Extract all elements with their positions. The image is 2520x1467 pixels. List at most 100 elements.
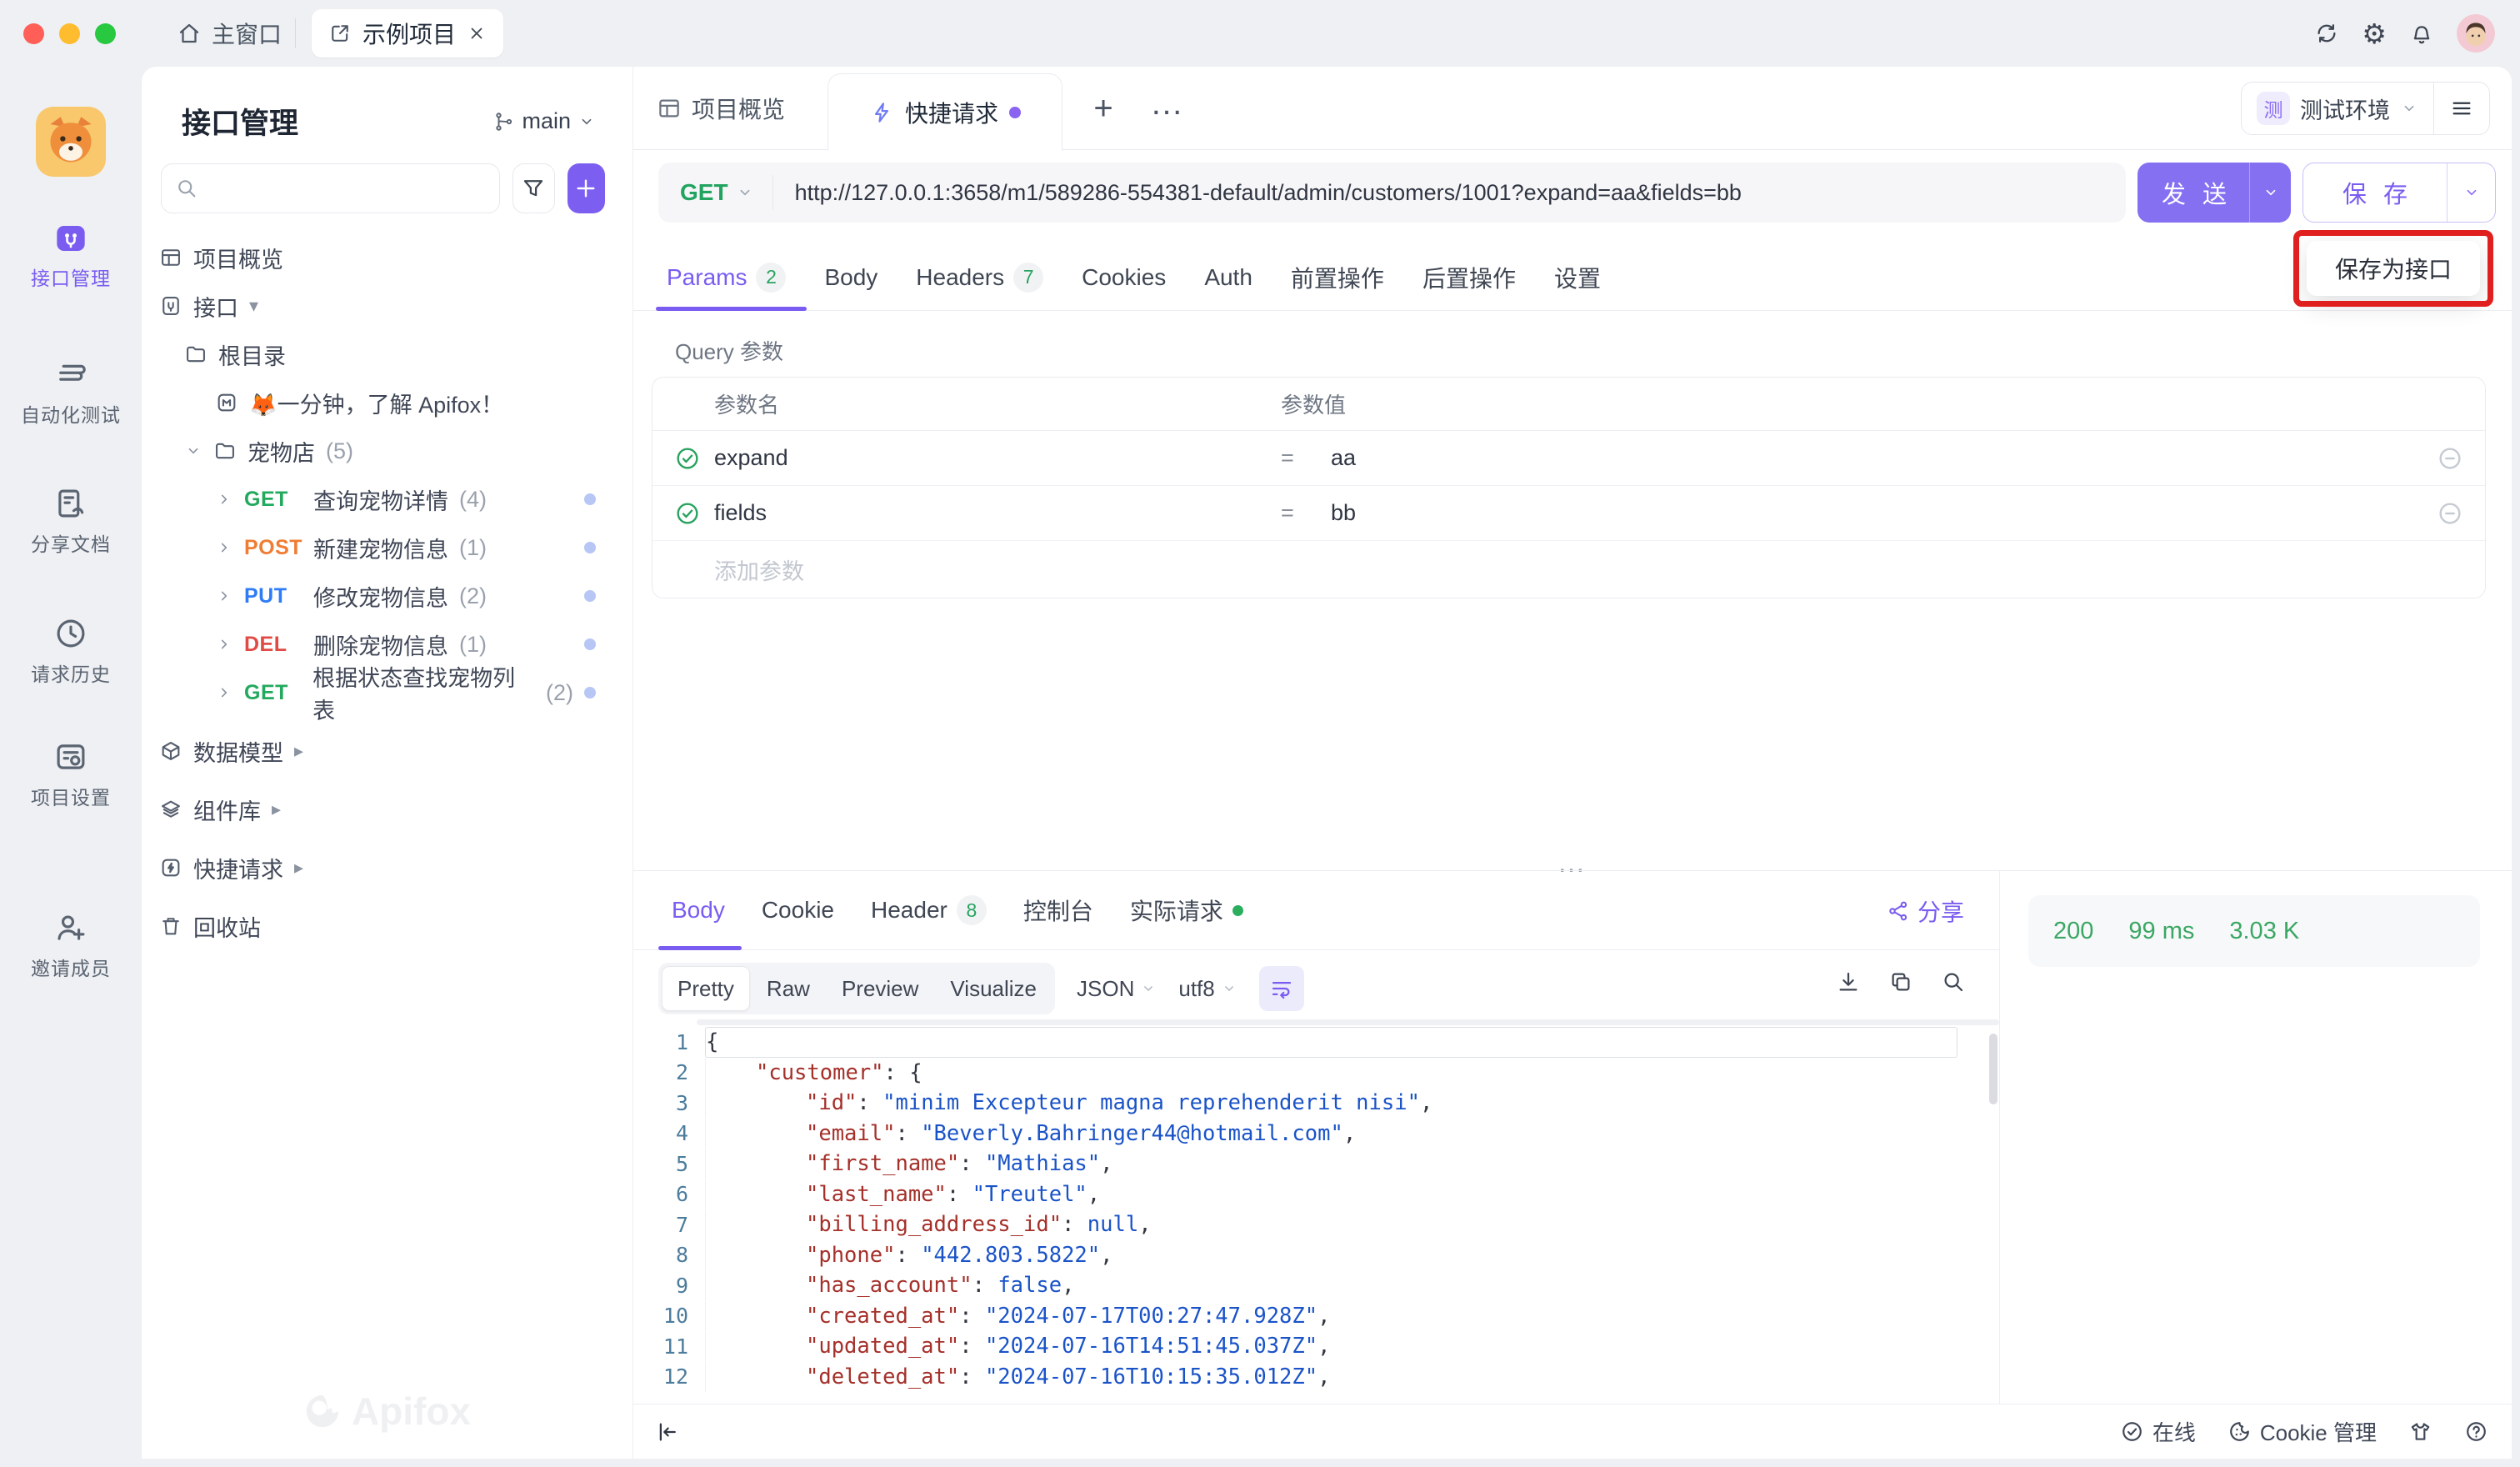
notification-bell-icon[interactable] — [2409, 21, 2434, 46]
param-name-input[interactable]: expand — [714, 445, 1281, 471]
subtab-params[interactable]: Params 2 — [667, 262, 787, 293]
environment-selector[interactable]: 测 测试环境 — [2242, 92, 2433, 125]
copy-icon[interactable] — [1888, 969, 1913, 994]
param-value-input[interactable]: bb — [1331, 500, 2430, 526]
subtab-headers[interactable]: Headers 7 — [916, 262, 1044, 293]
view-pretty[interactable]: Pretty — [662, 966, 750, 1011]
rail-item-share-docs[interactable]: 分享文档 — [0, 486, 142, 557]
tree-doc-intro[interactable]: 🦊一分钟，了解 Apifox！ — [142, 378, 632, 427]
chevron-right-icon[interactable] — [215, 635, 233, 653]
share-button[interactable]: 分享 — [1887, 871, 1964, 950]
sidebar-item-data-models[interactable]: 数据模型 ▸ — [142, 727, 632, 775]
method-select[interactable]: GET — [658, 179, 772, 206]
view-preview[interactable]: Preview — [827, 966, 933, 1011]
send-options-button[interactable] — [2249, 163, 2291, 223]
refresh-icon[interactable] — [2314, 21, 2339, 46]
table-row[interactable]: expand = aa — [652, 431, 2485, 486]
cookie-manager-button[interactable]: Cookie 管理 — [2228, 1416, 2377, 1447]
chevron-right-icon[interactable] — [215, 683, 233, 702]
caret-right-icon[interactable]: ▸ — [272, 799, 281, 820]
rail-item-request-history[interactable]: 请求历史 — [0, 616, 142, 687]
response-tab-console[interactable]: 控制台 — [1023, 894, 1093, 927]
rail-item-api-management[interactable]: 接口管理 — [0, 222, 142, 291]
response-tab-actual-request[interactable]: 实际请求 — [1130, 894, 1243, 927]
add-param-row[interactable]: 添加参数 — [652, 541, 2485, 598]
tree-endpoint-put-update-pet[interactable]: PUT 修改宠物信息 (2) — [142, 572, 632, 620]
close-tab-icon[interactable] — [467, 23, 487, 43]
search-code-icon[interactable] — [1941, 969, 1966, 994]
online-status[interactable]: 在线 — [2120, 1416, 2196, 1447]
tree-endpoint-get-pet-detail[interactable]: GET 查询宠物详情 (4) — [142, 475, 632, 523]
tab-project-overview[interactable]: 项目概览 — [657, 67, 785, 150]
word-wrap-button[interactable] — [1258, 966, 1304, 1011]
tree-folder-petstore[interactable]: 宠物店 (5) — [142, 427, 632, 475]
view-visualize[interactable]: Visualize — [935, 966, 1052, 1011]
table-row[interactable]: fields = bb — [652, 486, 2485, 541]
tree-endpoint-post-create-pet[interactable]: POST 新建宠物信息 (1) — [142, 523, 632, 572]
zoom-window-button[interactable] — [95, 23, 116, 44]
search-box[interactable] — [161, 163, 500, 213]
editor-scrollbar-thumb[interactable] — [1989, 1034, 1998, 1104]
response-tab-body[interactable]: Body — [672, 897, 725, 924]
view-raw[interactable]: Raw — [752, 966, 825, 1011]
enabled-check-icon[interactable] — [674, 500, 714, 527]
add-button[interactable] — [567, 163, 605, 213]
minimize-window-button[interactable] — [59, 23, 80, 44]
save-button[interactable]: 保 存 — [2302, 163, 2496, 223]
chevron-right-icon[interactable] — [215, 490, 233, 508]
save-options-button[interactable] — [2447, 163, 2495, 222]
chevron-down-icon[interactable] — [184, 442, 202, 460]
subtab-body[interactable]: Body — [824, 264, 878, 291]
caret-right-icon[interactable]: ▸ — [294, 857, 303, 879]
user-avatar[interactable] — [2457, 14, 2495, 53]
param-name-input[interactable]: fields — [714, 500, 1281, 526]
chevron-right-icon[interactable] — [215, 538, 233, 557]
search-input[interactable] — [207, 175, 486, 202]
tab-main-window[interactable]: 主窗口 — [177, 0, 282, 67]
sidebar-item-components[interactable]: 组件库 ▸ — [142, 785, 632, 834]
url-input[interactable]: http://127.0.0.1:3658/m1/589286-554381-d… — [773, 180, 1742, 206]
theme-button[interactable] — [2408, 1419, 2432, 1444]
subtab-auth[interactable]: Auth — [1204, 264, 1252, 291]
new-tab-button[interactable]: + — [1083, 88, 1123, 128]
response-tab-header[interactable]: Header 8 — [871, 895, 987, 925]
rail-item-automated-testing[interactable]: 自动化测试 — [0, 357, 142, 428]
remove-row-icon[interactable] — [2430, 445, 2463, 472]
subtab-cookies[interactable]: Cookies — [1082, 264, 1166, 291]
sidebar-item-apis[interactable]: 接口 ▾ — [142, 282, 632, 330]
apifox-project-logo[interactable] — [36, 107, 106, 177]
tab-quick-request[interactable]: 快捷请求 — [828, 73, 1062, 151]
settings-gear-icon[interactable]: ⚙ — [2362, 20, 2387, 48]
sidebar-item-recycle-bin[interactable]: 回收站 — [142, 902, 632, 950]
rail-item-project-settings[interactable]: 项目设置 — [0, 739, 142, 810]
collapse-sidebar-button[interactable] — [633, 1419, 680, 1444]
param-value-input[interactable]: aa — [1331, 445, 2430, 471]
tree-endpoint-get-pets-by-status[interactable]: GET 根据状态查找宠物列表 (2) — [142, 666, 632, 723]
tree-folder-root[interactable]: 根目录 — [142, 330, 632, 378]
enabled-check-icon[interactable] — [674, 445, 714, 472]
chevron-right-icon[interactable] — [215, 587, 233, 605]
tab-example-project[interactable]: 示例项目 — [312, 9, 504, 58]
editor-top-scrollbar[interactable] — [697, 1019, 1999, 1025]
language-select[interactable]: JSON — [1077, 976, 1157, 1002]
rail-item-invite-members[interactable]: 邀请成员 — [0, 910, 142, 981]
sidebar-item-quick-requests[interactable]: 快捷请求 ▸ — [142, 844, 632, 892]
subtab-pre-processors[interactable]: 前置操作 — [1291, 261, 1384, 294]
response-tab-cookie[interactable]: Cookie — [762, 897, 834, 924]
help-button[interactable] — [2464, 1419, 2488, 1444]
branch-selector[interactable]: main — [493, 108, 596, 134]
caret-down-icon[interactable]: ▾ — [249, 295, 258, 317]
download-icon[interactable] — [1836, 969, 1861, 994]
close-window-button[interactable] — [23, 23, 44, 44]
charset-select[interactable]: utf8 — [1178, 976, 1237, 1002]
subtab-post-processors[interactable]: 后置操作 — [1422, 261, 1516, 294]
filter-button[interactable] — [512, 163, 555, 213]
sidebar-item-project-overview[interactable]: 项目概览 — [142, 233, 632, 282]
environment-menu-button[interactable] — [2434, 96, 2489, 121]
subtab-settings[interactable]: 设置 — [1554, 261, 1601, 294]
tab-overflow-button[interactable]: … — [1150, 85, 1185, 123]
caret-right-icon[interactable]: ▸ — [294, 740, 303, 762]
send-button[interactable]: 发 送 — [2138, 163, 2291, 223]
remove-row-icon[interactable] — [2430, 500, 2463, 527]
response-body-editor[interactable]: 1{ 2 "customer": { 3 "id": "minim Excepteu… — [658, 1027, 1958, 1399]
